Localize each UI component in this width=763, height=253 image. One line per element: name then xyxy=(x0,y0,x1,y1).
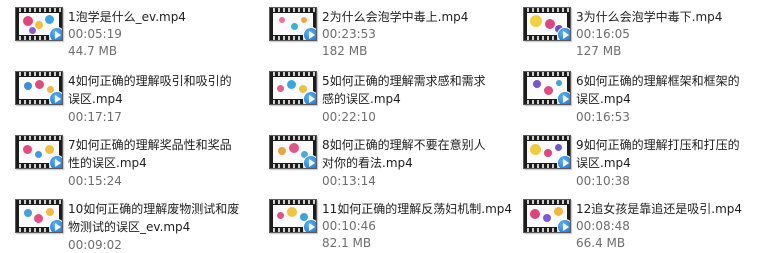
file-name: 8如何正确的理解不要在意别人对你的看法.mp4 xyxy=(322,138,486,170)
file-duration: 00:10:38 xyxy=(576,174,630,188)
play-icon xyxy=(557,155,570,168)
file-duration: 00:08:48 xyxy=(576,219,630,233)
play-icon xyxy=(49,155,62,168)
video-file-tile[interactable]: 10如何正确的理解废物测试和废物测试的误区_ev.mp4 00:09:02 xyxy=(0,192,240,252)
file-name: 1泡学是什么_ev.mp4 xyxy=(68,10,186,24)
file-duration: 00:17:17 xyxy=(68,110,122,124)
play-icon xyxy=(49,219,62,232)
file-name: 10如何正确的理解废物测试和废物测试的误区_ev.mp4 xyxy=(68,202,240,234)
play-icon xyxy=(303,27,316,40)
play-icon xyxy=(303,155,316,168)
video-thumbnail-icon xyxy=(523,7,571,41)
video-file-tile[interactable]: 1泡学是什么_ev.mp4 00:05:19 44.7 MB xyxy=(0,0,240,58)
file-size: 82.1 MB xyxy=(322,236,372,250)
video-thumbnail-icon xyxy=(15,199,63,233)
play-icon xyxy=(49,91,62,104)
video-thumbnail-icon xyxy=(269,135,317,169)
play-icon xyxy=(303,91,316,104)
video-file-tile[interactable]: 2为什么会泡学中毒上.mp4 00:23:53 182 MB xyxy=(254,0,494,58)
file-name: 5如何正确的理解需求感和需求感的误区.mp4 xyxy=(322,74,486,106)
video-file-tile[interactable]: 4如何正确的理解吸引和吸引的误区.mp4 00:17:17 xyxy=(0,64,240,124)
file-duration: 00:23:53 xyxy=(322,27,376,41)
file-duration: 00:13:14 xyxy=(322,174,376,188)
video-file-tile[interactable]: 7如何正确的理解奖品性和奖品性的误区.mp4 00:15:24 xyxy=(0,128,240,188)
file-duration: 00:10:46 xyxy=(322,219,376,233)
file-name: 9如何正确的理解打压和打压的误区.mp4 xyxy=(576,138,740,170)
video-thumbnail-icon xyxy=(15,135,63,169)
video-thumbnail-icon xyxy=(523,71,571,105)
file-name: 12追女孩是靠追还是吸引.mp4 xyxy=(576,202,743,216)
file-size: 127 MB xyxy=(576,44,622,58)
file-duration: 00:15:24 xyxy=(68,174,122,188)
video-thumbnail-icon xyxy=(523,135,571,169)
video-file-tile[interactable]: 8如何正确的理解不要在意别人对你的看法.mp4 00:13:14 xyxy=(254,128,494,188)
video-file-tile[interactable]: 3为什么会泡学中毒下.mp4 00:16:05 127 MB xyxy=(508,0,748,58)
video-file-tile[interactable]: 6如何正确的理解框架和框架的误区.mp4 00:16:53 xyxy=(508,64,748,124)
file-content-view: 1泡学是什么_ev.mp4 00:05:19 44.7 MB 2为什么会泡学中毒… xyxy=(0,0,763,253)
file-name: 11如何正确的理解反荡妇机制.mp4 xyxy=(322,202,513,216)
video-thumbnail-icon xyxy=(269,199,317,233)
video-thumbnail-icon xyxy=(15,71,63,105)
video-file-tile[interactable]: 9如何正确的理解打压和打压的误区.mp4 00:10:38 xyxy=(508,128,748,188)
file-size: 182 MB xyxy=(322,44,368,58)
play-icon xyxy=(303,219,316,232)
file-name: 6如何正确的理解框架和框架的误区.mp4 xyxy=(576,74,740,106)
play-icon xyxy=(49,27,62,40)
play-icon xyxy=(557,219,570,232)
file-name: 2为什么会泡学中毒上.mp4 xyxy=(322,10,469,24)
file-name: 4如何正确的理解吸引和吸引的误区.mp4 xyxy=(68,74,232,106)
file-duration: 00:16:53 xyxy=(576,110,630,124)
file-size: 44.7 MB xyxy=(68,44,118,58)
video-thumbnail-icon xyxy=(523,199,571,233)
file-duration: 00:22:10 xyxy=(322,110,376,124)
file-name: 7如何正确的理解奖品性和奖品性的误区.mp4 xyxy=(68,138,232,170)
video-thumbnail-icon xyxy=(15,7,63,41)
file-duration: 00:16:05 xyxy=(576,27,630,41)
file-duration: 00:09:02 xyxy=(68,238,122,252)
video-thumbnail-icon xyxy=(269,7,317,41)
video-thumbnail-icon xyxy=(269,71,317,105)
video-file-tile[interactable]: 11如何正确的理解反荡妇机制.mp4 00:10:46 82.1 MB xyxy=(254,192,513,250)
file-size: 66.4 MB xyxy=(576,236,626,250)
play-icon xyxy=(557,27,570,40)
play-icon xyxy=(557,91,570,104)
video-file-tile[interactable]: 12追女孩是靠追还是吸引.mp4 00:08:48 66.4 MB xyxy=(508,192,748,250)
file-duration: 00:05:19 xyxy=(68,27,122,41)
video-file-tile[interactable]: 5如何正确的理解需求感和需求感的误区.mp4 00:22:10 xyxy=(254,64,494,124)
file-name: 3为什么会泡学中毒下.mp4 xyxy=(576,10,723,24)
